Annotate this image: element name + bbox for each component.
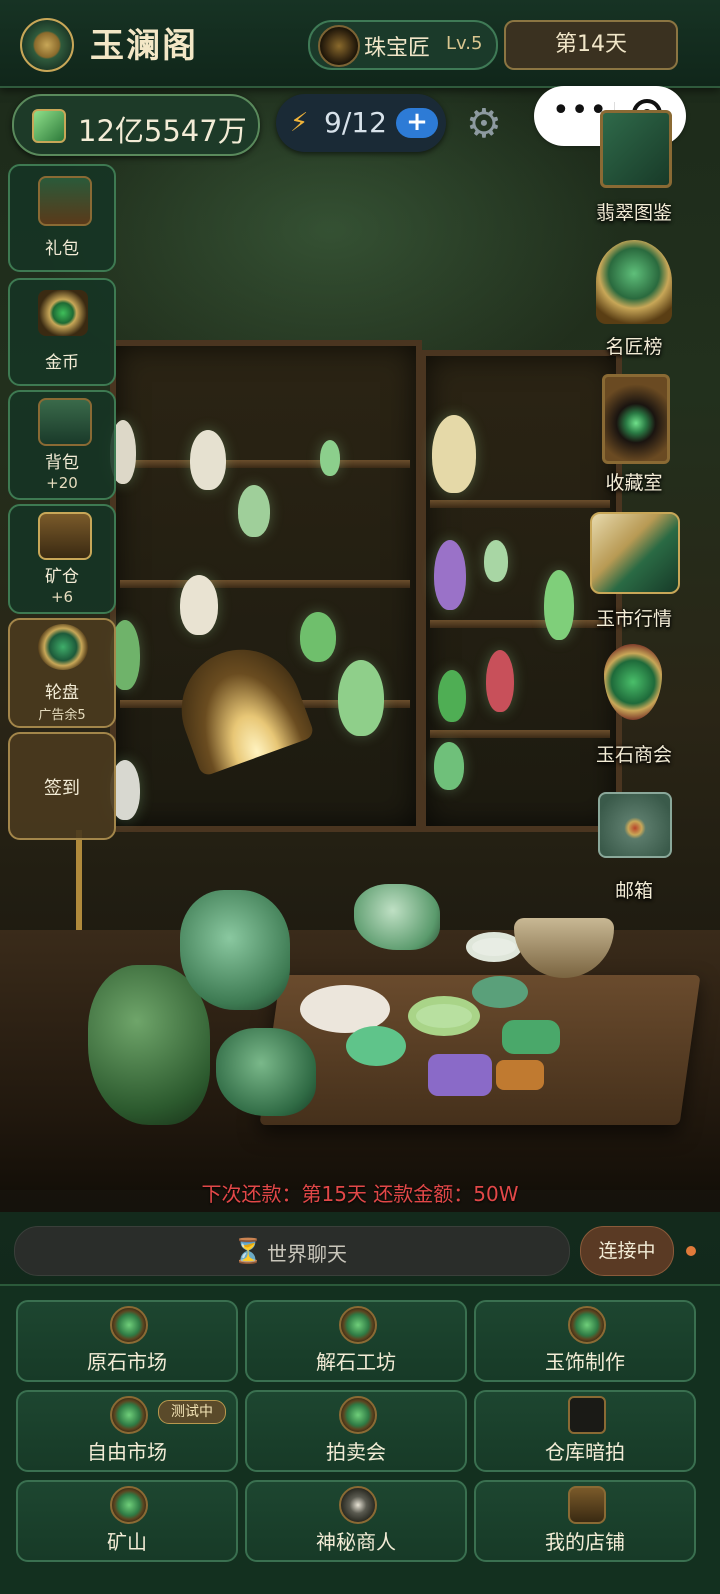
treasure-chest-icon: [38, 176, 92, 226]
player-rank-badge[interactable]: 珠宝匠 Lv.5: [308, 20, 498, 70]
jade-pendant-icon: [604, 644, 662, 720]
menu-item-label: 我的店铺: [545, 1530, 625, 1554]
backpack-icon: [38, 398, 92, 446]
day-counter: 第14天: [504, 20, 678, 70]
jade-crafting-icon: [568, 1306, 606, 1344]
menu-my-shop[interactable]: 我的店铺: [474, 1480, 696, 1562]
sidebar-item-label: 签到: [44, 778, 80, 799]
repayment-notice: 下次还款：第15天 还款金额：50W: [201, 1182, 519, 1206]
master-ranking-button[interactable]: 名匠榜: [586, 240, 682, 358]
avatar: [318, 25, 360, 67]
menu-mine[interactable]: 矿山: [16, 1480, 238, 1562]
menu-auction[interactable]: 拍卖会: [245, 1390, 467, 1472]
menu-free-market[interactable]: 测试中 自由市场: [16, 1390, 238, 1472]
menu-mysterious-merchant[interactable]: 神秘商人: [245, 1480, 467, 1562]
world-chat-label: 世界聊天: [267, 1242, 347, 1266]
mine-icon: [110, 1486, 148, 1524]
sidebar-item-backpack[interactable]: 背包 +20: [8, 390, 116, 500]
market-chart-icon: [590, 512, 680, 594]
rank-level: Lv.5: [446, 33, 483, 54]
lightning-icon: ⚡: [290, 108, 309, 138]
jade-guild-button[interactable]: 玉石商会: [586, 644, 682, 766]
sidebar-item-mine-storage[interactable]: 矿仓 +6: [8, 504, 116, 614]
sidebar-item-label: 金币: [45, 353, 79, 373]
mail-envelope-icon: [598, 792, 672, 858]
money-value: 12亿5547万: [78, 114, 247, 148]
auction-icon: [339, 1396, 377, 1434]
collection-room-button[interactable]: 收藏室: [586, 374, 682, 494]
jade-guild-label: 玉石商会: [595, 744, 672, 766]
jade-coin-logo-icon[interactable]: [20, 18, 74, 72]
stone-cutter-icon: [339, 1306, 377, 1344]
hourglass-icon: ⏳: [233, 1237, 263, 1265]
warehouse-box-icon: [568, 1396, 606, 1434]
gold-coin-icon: [38, 290, 88, 336]
roulette-wheel-icon: [38, 624, 88, 670]
menu-item-label: 原石市场: [87, 1350, 167, 1374]
menu-jade-crafting[interactable]: 玉饰制作: [474, 1300, 696, 1382]
menu-item-label: 玉饰制作: [545, 1350, 625, 1374]
app-title: 玉澜阁: [90, 26, 198, 66]
menu-item-label: 神秘商人: [316, 1530, 396, 1554]
collection-room-label: 收藏室: [605, 472, 663, 494]
sidebar-item-roulette[interactable]: 轮盘 广告余5: [8, 618, 116, 728]
top-bar: 玉澜阁 珠宝匠 Lv.5 第14天: [0, 0, 720, 88]
jade-rough-stone: [354, 884, 440, 950]
menu-warehouse-blind-auction[interactable]: 仓库暗拍: [474, 1390, 696, 1472]
jade-market-trend-button[interactable]: 玉市行情: [586, 512, 682, 630]
jade-rough-stone: [88, 965, 210, 1125]
collection-cabinet-icon: [602, 374, 670, 464]
sidebar-item-check-in[interactable]: 签到: [8, 732, 116, 840]
main-menu-grid: 原石市场 解石工坊 玉饰制作 测试中 自由市场 拍卖会 仓库暗拍 矿山 神秘商人…: [0, 1284, 720, 1594]
connection-status-button[interactable]: 连接中: [580, 1226, 674, 1276]
gear-icon[interactable]: ⚙: [466, 104, 506, 144]
master-ranking-label: 名匠榜: [605, 336, 663, 358]
sidebar-item-gold-coins[interactable]: 金币: [8, 278, 116, 386]
sidebar-item-label: 礼包: [45, 239, 79, 259]
jade-money-icon: [32, 109, 66, 143]
jade-rough-stone: [180, 890, 290, 1010]
backpack-count-badge: +20: [46, 474, 78, 492]
mailbox-label: 邮箱: [614, 880, 653, 902]
rough-stone-icon: [110, 1306, 148, 1344]
trophy-icon: [596, 240, 672, 324]
mailbox-button[interactable]: 邮箱: [586, 792, 682, 902]
menu-stone-cutting-workshop[interactable]: 解石工坊: [245, 1300, 467, 1382]
jade-catalog-button[interactable]: 翡翠图鉴: [586, 110, 682, 224]
energy-meter: ⚡ 9/12 +: [276, 94, 446, 152]
add-energy-button[interactable]: +: [396, 108, 438, 138]
world-chat-bar[interactable]: ⏳ 世界聊天: [14, 1226, 570, 1276]
jade-market-trend-label: 玉市行情: [595, 608, 672, 630]
menu-item-label: 解石工坊: [316, 1350, 396, 1374]
sidebar-item-label: 矿仓: [45, 567, 79, 587]
sidebar-item-label: 轮盘: [45, 683, 79, 703]
menu-item-label: 矿山: [107, 1530, 147, 1554]
rank-title: 珠宝匠: [364, 36, 431, 61]
menu-item-label: 拍卖会: [326, 1440, 386, 1464]
testing-badge: 测试中: [158, 1400, 226, 1424]
menu-item-label: 仓库暗拍: [545, 1440, 625, 1464]
roulette-ads-remaining: 广告余5: [38, 708, 86, 723]
shop-building-icon: [568, 1486, 606, 1524]
connection-status-dot: [686, 1246, 696, 1256]
market-stall-icon: [110, 1396, 148, 1434]
mine-storage-count-badge: +6: [50, 588, 74, 606]
mysterious-merchant-icon: [339, 1486, 377, 1524]
money-balance[interactable]: 12亿5547万: [12, 94, 260, 156]
menu-item-label: 自由市场: [87, 1440, 167, 1464]
jade-catalog-label: 翡翠图鉴: [595, 202, 672, 224]
sidebar-item-label: 背包: [45, 453, 79, 473]
jade-catalog-icon: [600, 110, 672, 188]
ore-chest-icon: [38, 512, 92, 560]
energy-value: 9/12: [324, 106, 387, 139]
sidebar-item-gift-pack[interactable]: 礼包: [8, 164, 116, 272]
menu-rough-stone-market[interactable]: 原石市场: [16, 1300, 238, 1382]
jade-rough-stone: [216, 1028, 316, 1116]
